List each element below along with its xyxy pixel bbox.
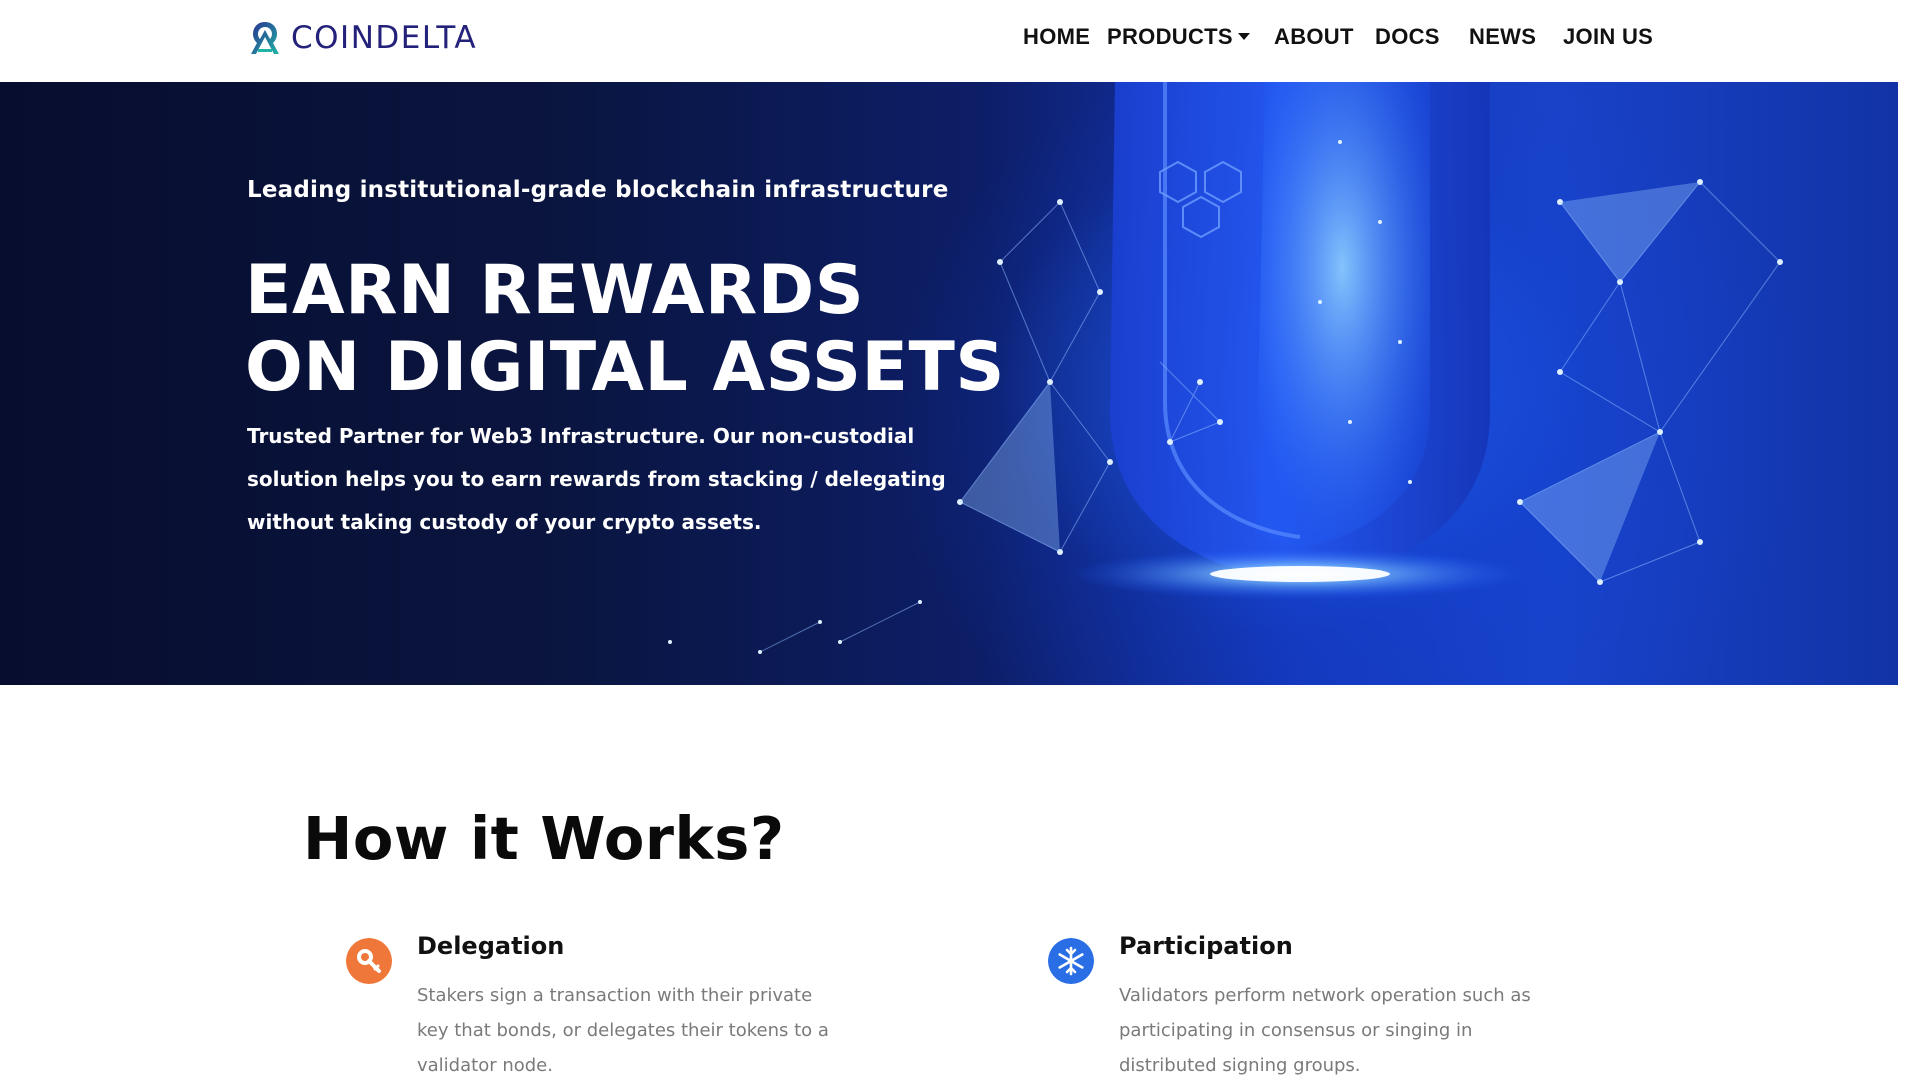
- nav-home[interactable]: HOME: [1023, 24, 1090, 50]
- main-nav: HOME PRODUCTS ABOUT DOCS NEWS JOIN US: [0, 24, 1898, 54]
- hero-banner: Leading institutional-grade blockchain i…: [0, 82, 1898, 685]
- snowflake-icon: [1048, 938, 1094, 984]
- step-description: Stakers sign a transaction with their pr…: [417, 985, 829, 1076]
- hero-kicker: Leading institutional-grade blockchain i…: [247, 177, 949, 203]
- landing-page: COINDELTA HOME PRODUCTS ABOUT DOCS NEWS …: [0, 0, 1898, 1080]
- site-header: COINDELTA HOME PRODUCTS ABOUT DOCS NEWS …: [0, 0, 1898, 82]
- how-it-works-heading: How it Works?: [303, 804, 785, 873]
- nav-news[interactable]: NEWS: [1469, 24, 1536, 50]
- step-title: Delegation: [417, 932, 565, 960]
- nav-products-label: PRODUCTS: [1107, 24, 1233, 49]
- key-icon: [346, 938, 392, 984]
- nav-products[interactable]: PRODUCTS: [1107, 24, 1250, 50]
- chevron-down-icon: [1237, 33, 1250, 40]
- hero-title: EARN REWARDS ON DIGITAL ASSETS: [245, 252, 1005, 406]
- step-description: Validators perform network operation suc…: [1119, 985, 1531, 1076]
- page-scrollbar-track[interactable]: [1898, 0, 1920, 1080]
- step-title: Participation: [1119, 932, 1293, 960]
- hero-title-line-1: EARN REWARDS: [245, 251, 865, 330]
- nav-docs[interactable]: DOCS: [1375, 24, 1440, 50]
- hero-title-line-2: ON DIGITAL ASSETS: [245, 328, 1005, 407]
- hero-description: Trusted Partner for Web3 Infrastructure.…: [247, 424, 946, 534]
- nav-join-us[interactable]: JOIN US: [1563, 24, 1653, 50]
- nav-about[interactable]: ABOUT: [1274, 24, 1354, 50]
